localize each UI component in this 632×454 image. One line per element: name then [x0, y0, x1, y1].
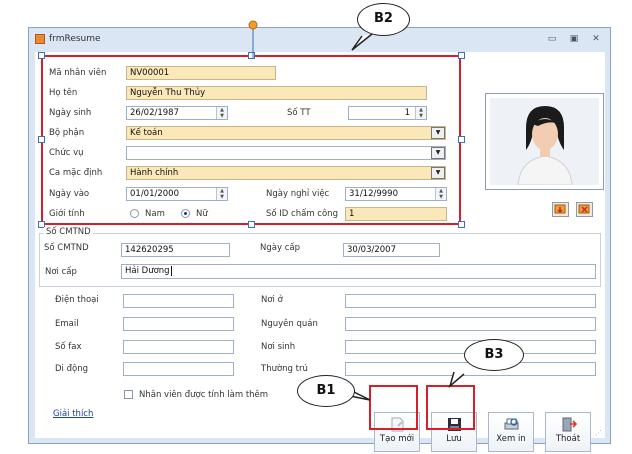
noi-o-label: Nơi ở — [261, 295, 283, 305]
portrait-icon — [490, 98, 599, 185]
app-icon — [35, 34, 45, 44]
window-title: frmResume — [49, 34, 101, 44]
b3-callout: B3 — [464, 339, 524, 371]
noi-cap-label: Nơi cấp — [45, 267, 77, 277]
restore-icon[interactable]: ▣ — [567, 34, 581, 44]
tao-moi-label: Tạo mới — [379, 434, 415, 444]
b3-highlight-frame — [426, 385, 475, 430]
cmtnd-group-label: Số CMTND — [44, 227, 93, 237]
resize-handle — [458, 221, 465, 228]
delete-photo-button[interactable] — [576, 202, 593, 217]
b2-highlight-frame — [41, 55, 461, 225]
ngay-cap-input[interactable]: 30/03/2007 — [343, 243, 440, 257]
luu-label: Lưu — [446, 434, 462, 444]
email-input[interactable] — [123, 317, 234, 331]
noi-cap-value: Hải Dương — [125, 266, 170, 276]
email-label: Email — [55, 319, 79, 329]
xem-in-label: Xem in — [496, 434, 526, 444]
noi-o-input[interactable] — [345, 294, 596, 308]
print-preview-icon — [504, 418, 518, 430]
resize-handle — [458, 52, 465, 59]
text-cursor — [170, 266, 172, 276]
anchor-handle-icon — [248, 20, 258, 58]
thoat-button[interactable]: Thoát — [545, 412, 591, 452]
photo-import-icon — [554, 204, 566, 214]
thoat-label: Thoát — [555, 434, 581, 444]
dien-thoai-input[interactable] — [123, 294, 234, 308]
minimize-icon[interactable]: ▭ — [545, 34, 559, 44]
b2-callout: B2 — [357, 3, 410, 36]
photo-delete-icon — [578, 204, 590, 214]
employee-photo-frame — [485, 93, 604, 190]
noi-sinh-label: Nơi sinh — [261, 342, 296, 352]
noi-cap-input[interactable]: Hải Dương — [121, 264, 596, 279]
b1-callout: B1 — [297, 375, 355, 407]
resize-handle — [38, 52, 45, 59]
resize-handle — [248, 221, 255, 228]
di-dong-input[interactable] — [123, 362, 234, 376]
employee-photo — [490, 98, 599, 185]
nguyen-quan-input[interactable] — [345, 317, 596, 331]
nguyen-quan-label: Nguyên quán — [261, 319, 318, 329]
exit-door-icon — [562, 417, 577, 432]
close-icon[interactable]: ✕ — [589, 34, 603, 44]
title-bar: frmResume ▭ ▣ ✕ — [29, 28, 610, 52]
b1-highlight-frame — [369, 385, 418, 430]
di-dong-label: Di động — [55, 364, 88, 374]
so-cmtnd-label: Số CMTND — [44, 243, 89, 253]
dien-thoai-label: Điện thoại — [55, 295, 99, 305]
ngay-cap-label: Ngày cấp — [260, 243, 300, 253]
resize-handle — [38, 136, 45, 143]
help-link[interactable]: Giải thích — [53, 409, 93, 419]
load-photo-button[interactable] — [552, 202, 569, 217]
lam-them-label: Nhân viên được tính làm thêm — [139, 390, 269, 400]
lam-them-checkbox[interactable] — [124, 390, 133, 399]
so-fax-input[interactable] — [123, 340, 234, 354]
resize-handle — [458, 136, 465, 143]
so-fax-label: Số fax — [55, 342, 82, 352]
so-cmtnd-input[interactable]: 142620295 — [121, 243, 230, 257]
resize-grip-icon[interactable]: ⋰ — [595, 429, 602, 437]
xem-in-button[interactable]: Xem in — [488, 412, 534, 452]
